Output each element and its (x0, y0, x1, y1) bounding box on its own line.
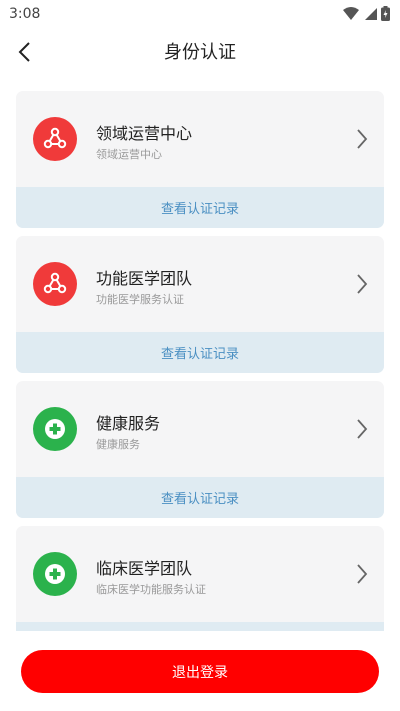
medical-plus-icon (45, 564, 65, 584)
card-subtitle: 领域运营中心 (96, 148, 162, 161)
card-icon-badge (33, 407, 77, 451)
chevron-right-icon (357, 419, 368, 439)
battery-icon (381, 6, 390, 21)
card-icon-badge (33, 552, 77, 596)
auth-card-main[interactable]: 领域运营中心 领域运营中心 (16, 91, 384, 187)
card-subtitle: 临床医学功能服务认证 (96, 583, 206, 596)
auth-card-main[interactable]: 健康服务 健康服务 (16, 381, 384, 477)
auth-card: 健康服务 健康服务 查看认证记录 (16, 381, 384, 518)
card-subtitle: 健康服务 (96, 438, 140, 451)
page-title: 身份认证 (164, 42, 236, 63)
view-records-button[interactable] (16, 622, 384, 631)
wifi-icon (343, 6, 359, 20)
card-subtitle: 功能医学服务认证 (96, 293, 184, 306)
network-share-icon (43, 127, 67, 149)
auth-card: 功能医学团队 功能医学服务认证 查看认证记录 (16, 236, 384, 373)
card-title: 健康服务 (96, 414, 161, 433)
chevron-right-icon (357, 274, 368, 294)
logout-button[interactable]: 退出登录 (21, 650, 379, 693)
status-time: 3:08 (9, 6, 41, 22)
card-icon-badge (33, 117, 77, 161)
card-icon-badge (33, 262, 77, 306)
signal-icon (365, 7, 377, 20)
card-title: 临床医学团队 (96, 559, 193, 578)
view-records-button[interactable]: 查看认证记录 (16, 332, 384, 373)
status-icons (343, 6, 390, 21)
card-title: 领域运营中心 (96, 124, 193, 143)
network-share-icon (43, 272, 67, 294)
view-records-button[interactable]: 查看认证记录 (16, 187, 384, 228)
auth-card-list[interactable]: 领域运营中心 领域运营中心 查看认证记录 功能医学团队 功能医学服务认证 查看认 (16, 91, 384, 631)
auth-card-main[interactable]: 临床医学团队 临床医学功能服务认证 (16, 526, 384, 622)
medical-plus-icon (45, 419, 65, 439)
nav-bar: 身份认证 (0, 28, 400, 74)
view-records-button[interactable]: 查看认证记录 (16, 477, 384, 518)
status-bar: 3:08 (0, 0, 400, 28)
auth-card: 领域运营中心 领域运营中心 查看认证记录 (16, 91, 384, 228)
auth-card: 临床医学团队 临床医学功能服务认证 (16, 526, 384, 631)
auth-card-main[interactable]: 功能医学团队 功能医学服务认证 (16, 236, 384, 332)
chevron-right-icon (357, 129, 368, 149)
card-title: 功能医学团队 (96, 269, 193, 288)
chevron-right-icon (357, 564, 368, 584)
